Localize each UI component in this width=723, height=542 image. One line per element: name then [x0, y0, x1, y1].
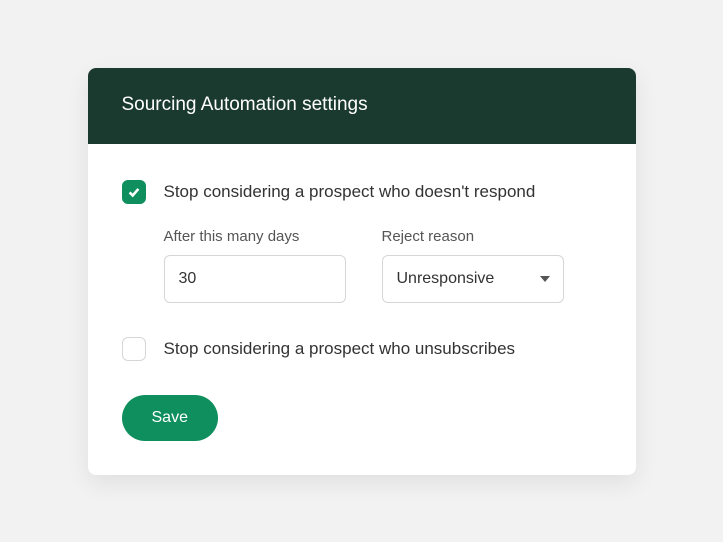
days-input[interactable]	[164, 255, 346, 303]
card-body: Stop considering a prospect who doesn't …	[88, 144, 636, 475]
save-button[interactable]: Save	[122, 395, 218, 441]
stop-unsubscribe-row: Stop considering a prospect who unsubscr…	[122, 337, 602, 361]
no-response-fields: After this many days Reject reason Unres…	[164, 228, 602, 303]
reason-select[interactable]: Unresponsive	[382, 255, 564, 303]
stop-no-response-label: Stop considering a prospect who doesn't …	[164, 182, 536, 202]
stop-no-response-checkbox[interactable]	[122, 180, 146, 204]
days-label: After this many days	[164, 228, 346, 245]
settings-card: Sourcing Automation settings Stop consid…	[88, 68, 636, 475]
reason-label: Reject reason	[382, 228, 564, 245]
stop-unsubscribe-label: Stop considering a prospect who unsubscr…	[164, 339, 516, 359]
reason-select-value: Unresponsive	[397, 270, 495, 288]
check-icon	[127, 185, 141, 199]
stop-unsubscribe-checkbox[interactable]	[122, 337, 146, 361]
stop-no-response-row: Stop considering a prospect who doesn't …	[122, 180, 602, 204]
days-field: After this many days	[164, 228, 346, 303]
card-header: Sourcing Automation settings	[88, 68, 636, 144]
card-title: Sourcing Automation settings	[122, 94, 368, 115]
reason-field: Reject reason Unresponsive	[382, 228, 564, 303]
reason-select-wrapper: Unresponsive	[382, 255, 564, 303]
